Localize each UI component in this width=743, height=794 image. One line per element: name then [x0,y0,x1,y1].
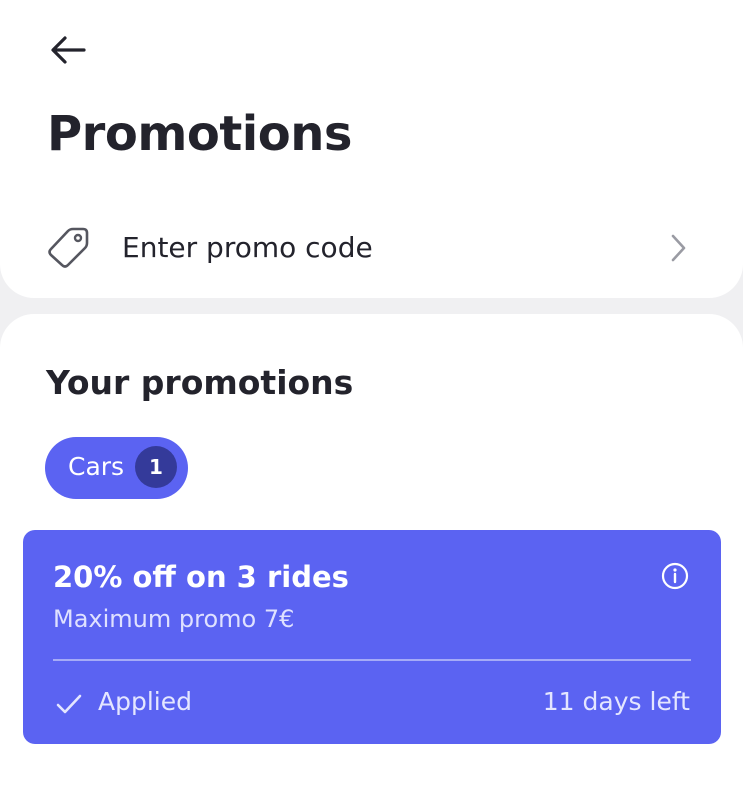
page-title: Promotions [47,106,352,162]
chevron-right-icon [671,234,686,262]
promo-divider [53,659,691,661]
promo-card[interactable]: 20% off on 3 rides Maximum promo 7€ Appl… [23,530,721,744]
promo-status: Applied [98,687,192,716]
filter-chip-cars[interactable]: Cars 1 [45,437,188,499]
arrow-left-icon [51,36,86,64]
info-icon[interactable] [660,561,690,591]
check-icon [56,694,82,714]
promo-title: 20% off on 3 rides [53,560,349,594]
promo-subtitle: Maximum promo 7€ [53,605,295,633]
enter-promo-code-row[interactable]: Enter promo code [0,208,743,288]
your-promotions-card: Your promotions Cars 1 20% off on 3 ride… [0,314,743,794]
header-card: Promotions Enter promo code [0,0,743,298]
promo-expiry: 11 days left [542,687,690,716]
filter-chip-label: Cars [68,452,125,481]
back-button[interactable] [42,28,94,72]
section-title: Your promotions [46,363,354,402]
filter-chip-count-badge: 1 [135,446,177,488]
tag-icon [48,227,89,268]
enter-promo-code-label: Enter promo code [122,231,373,264]
